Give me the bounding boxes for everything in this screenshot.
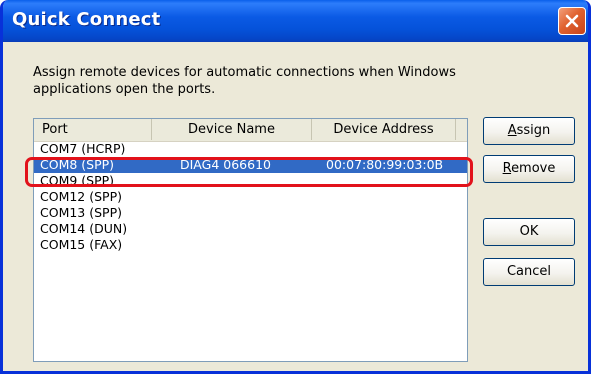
remove-button[interactable]: Remove bbox=[483, 155, 575, 183]
assign-accel: A bbox=[507, 123, 517, 138]
ok-button[interactable]: OK bbox=[483, 218, 575, 246]
close-x-icon bbox=[565, 14, 579, 28]
list-header: Port Device Name Device Address bbox=[34, 119, 467, 142]
table-row[interactable]: COM9 (SPP) bbox=[34, 173, 467, 189]
quick-connect-dialog: Quick Connect Assign remote devices for … bbox=[0, 0, 591, 374]
remove-label: emove bbox=[511, 161, 556, 176]
column-header-device-address[interactable]: Device Address bbox=[312, 119, 456, 140]
table-row[interactable]: COM15 (FAX) bbox=[34, 237, 467, 253]
device-address-cell: 00:07:80:99:03:0B bbox=[326, 157, 444, 172]
assign-label: ssign bbox=[516, 123, 551, 138]
table-row[interactable]: COM14 (DUN) bbox=[34, 221, 467, 237]
device-name-cell: DIAG4 066610 bbox=[180, 157, 271, 172]
port-cell: COM15 (FAX) bbox=[40, 237, 123, 252]
title-bar[interactable]: Quick Connect bbox=[3, 0, 588, 42]
column-header-port[interactable]: Port bbox=[34, 119, 152, 140]
port-cell: COM12 (SPP) bbox=[40, 189, 122, 204]
assign-button[interactable]: Assign bbox=[483, 117, 575, 145]
port-cell: COM14 (DUN) bbox=[40, 221, 128, 236]
port-cell: COM8 (SPP) bbox=[40, 157, 115, 172]
port-cell: COM7 (HCRP) bbox=[40, 141, 126, 156]
table-row[interactable]: COM8 (SPP) DIAG4 066610 00:07:80:99:03:0B bbox=[34, 157, 467, 173]
port-list[interactable]: Port Device Name Device Address COM7 (HC… bbox=[33, 118, 468, 362]
port-cell: COM9 (SPP) bbox=[40, 173, 115, 188]
table-row[interactable]: COM13 (SPP) bbox=[34, 205, 467, 221]
instruction-text: Assign remote devices for automatic conn… bbox=[33, 65, 456, 97]
remove-accel: R bbox=[502, 161, 512, 176]
port-cell: COM13 (SPP) bbox=[40, 205, 122, 220]
list-rows: COM7 (HCRP) COM8 (SPP) DIAG4 066610 00:07:8… bbox=[34, 141, 467, 253]
column-header-device-name[interactable]: Device Name bbox=[152, 119, 312, 140]
close-button[interactable] bbox=[558, 7, 586, 35]
table-row[interactable]: COM7 (HCRP) bbox=[34, 141, 467, 157]
table-row[interactable]: COM12 (SPP) bbox=[34, 189, 467, 205]
cancel-button[interactable]: Cancel bbox=[483, 258, 575, 286]
window-title: Quick Connect bbox=[12, 9, 161, 30]
